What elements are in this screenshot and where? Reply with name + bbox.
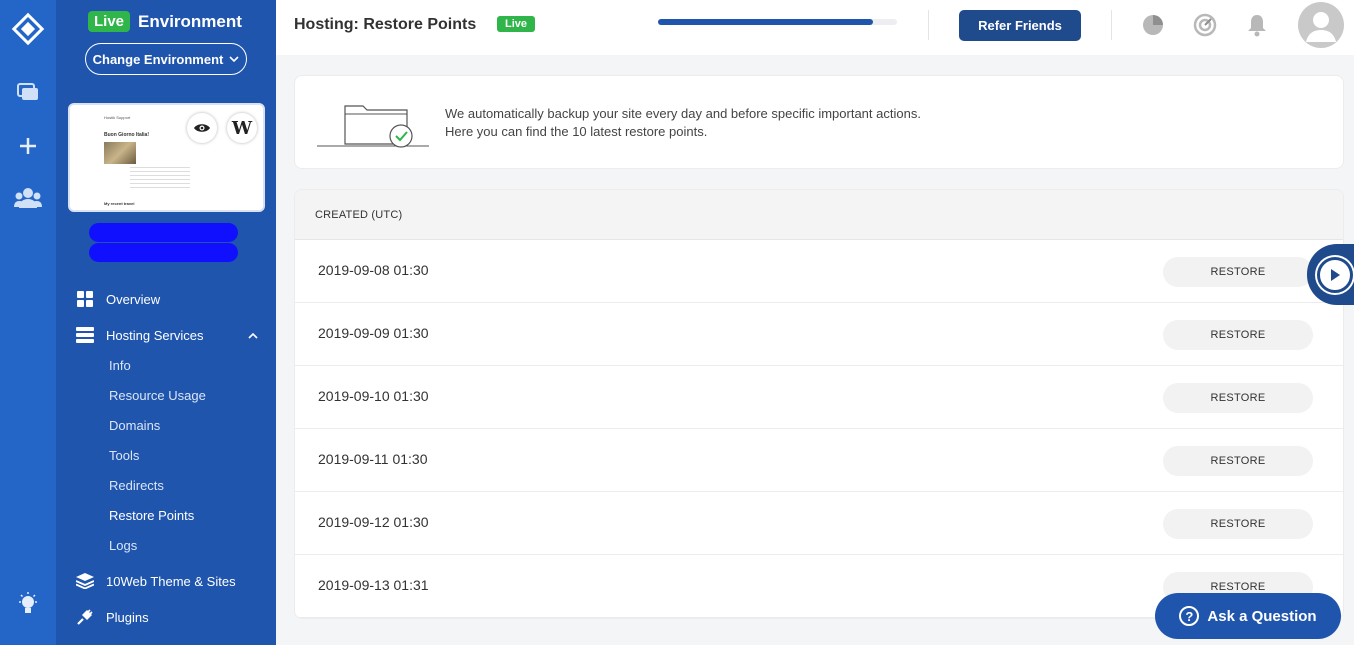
nav-label: Overview: [106, 291, 161, 307]
preview-text-lines: [130, 167, 190, 191]
restore-button[interactable]: RESTORE: [1163, 257, 1313, 287]
preview-image: [104, 142, 136, 164]
nav-label: Hosting Services: [106, 327, 204, 343]
table-row: 2019-09-12 01:30 RESTORE: [295, 492, 1343, 555]
restore-button[interactable]: RESTORE: [1163, 446, 1313, 476]
nav-overview[interactable]: Overview: [56, 285, 276, 313]
ask-question-label: Ask a Question: [1207, 607, 1317, 625]
info-line-1: We automatically backup your site every …: [445, 106, 921, 121]
created-date: 2019-09-12 01:30: [318, 514, 429, 530]
plug-icon: [76, 608, 94, 626]
nav-label: Plugins: [106, 609, 149, 625]
windows-icon[interactable]: [0, 82, 56, 104]
subnav-domains[interactable]: Domains: [109, 418, 160, 433]
refer-friends-button[interactable]: Refer Friends: [959, 10, 1081, 41]
page-title: Hosting: Restore Points: [294, 16, 477, 33]
progress-bar: [658, 19, 897, 25]
table-row: 2019-09-10 01:30 RESTORE: [295, 366, 1343, 429]
server-icon: [76, 326, 94, 344]
wordpress-icon[interactable]: W: [227, 113, 257, 143]
preview-footer-title: My recent travel: [104, 201, 135, 206]
subnav-restore-points[interactable]: Restore Points: [109, 508, 194, 523]
change-environment-button[interactable]: Change Environment: [85, 43, 247, 75]
lightbulb-icon[interactable]: [0, 592, 56, 618]
redacted-bar: [89, 223, 238, 242]
sidebar: Live Environment Change Environment Host…: [56, 0, 276, 645]
layers-icon: [76, 572, 94, 590]
live-badge: Live: [88, 11, 131, 32]
table-row: 2019-09-11 01:30 RESTORE: [295, 429, 1343, 492]
subnav-tools[interactable]: Tools: [109, 448, 139, 463]
speed-icon[interactable]: [1193, 13, 1217, 42]
divider: [1111, 10, 1112, 40]
created-date: 2019-09-13 01:31: [318, 577, 429, 593]
backup-info-text: We automatically backup your site every …: [445, 105, 921, 141]
pie-chart-icon[interactable]: [1141, 13, 1165, 42]
chevron-down-icon: [229, 55, 239, 62]
created-date: 2019-09-08 01:30: [318, 262, 429, 278]
subnav-redirects[interactable]: Redirects: [109, 478, 164, 493]
backup-info-card: We automatically backup your site every …: [294, 75, 1344, 169]
subnav-info[interactable]: Info: [109, 358, 131, 373]
restore-points-table: CREATED (UTC) 2019-09-08 01:30 RESTORE 2…: [294, 189, 1344, 619]
site-preview[interactable]: Hostik Support Buon Giorno Italia! My re…: [68, 103, 265, 212]
avatar-icon[interactable]: [1298, 2, 1344, 48]
top-bar: Hosting: Restore Points Live Refer Frien…: [276, 0, 1354, 55]
icon-rail: [0, 0, 56, 645]
environment-title: Live Environment: [88, 11, 242, 32]
preview-post-title: Buon Giorno Italia!: [104, 132, 149, 138]
play-icon[interactable]: [1317, 257, 1353, 293]
preview-site-header: Hostik Support: [104, 115, 131, 120]
created-date: 2019-09-10 01:30: [318, 388, 429, 404]
subnav-logs[interactable]: Logs: [109, 538, 137, 553]
table-row: 2019-09-08 01:30 RESTORE: [295, 240, 1343, 303]
column-header-created: CREATED (UTC): [295, 190, 1343, 240]
progress-fill: [658, 19, 874, 25]
redacted-bar: [89, 243, 238, 262]
nav-plugins[interactable]: Plugins: [56, 603, 276, 631]
users-icon[interactable]: [0, 186, 56, 210]
nav-label: 10Web Theme & Sites: [106, 573, 236, 589]
grid-icon: [76, 290, 94, 308]
restore-button[interactable]: RESTORE: [1163, 320, 1313, 350]
bell-icon[interactable]: [1246, 13, 1268, 42]
subnav-resource-usage[interactable]: Resource Usage: [109, 388, 206, 403]
logo-icon[interactable]: [0, 12, 56, 46]
restore-button[interactable]: RESTORE: [1163, 383, 1313, 413]
environment-label: Environment: [138, 11, 242, 31]
table-row: 2019-09-09 01:30 RESTORE: [295, 303, 1343, 366]
nav-hosting-services[interactable]: Hosting Services: [56, 321, 276, 349]
restore-button[interactable]: RESTORE: [1163, 509, 1313, 539]
created-date: 2019-09-11 01:30: [318, 451, 428, 467]
ask-question-button[interactable]: ? Ask a Question: [1155, 593, 1341, 639]
chevron-up-icon[interactable]: [248, 332, 258, 339]
nav-10web-theme-sites[interactable]: 10Web Theme & Sites: [56, 567, 276, 595]
info-line-2: Here you can find the 10 latest restore …: [445, 124, 708, 139]
created-date: 2019-09-09 01:30: [318, 325, 429, 341]
question-icon: ?: [1179, 606, 1200, 626]
change-environment-label: Change Environment: [92, 51, 224, 67]
eye-icon[interactable]: [187, 113, 217, 143]
divider: [928, 10, 929, 40]
live-badge: Live: [497, 16, 536, 32]
add-icon[interactable]: [0, 135, 56, 157]
folder-backup-icon: [317, 105, 429, 148]
